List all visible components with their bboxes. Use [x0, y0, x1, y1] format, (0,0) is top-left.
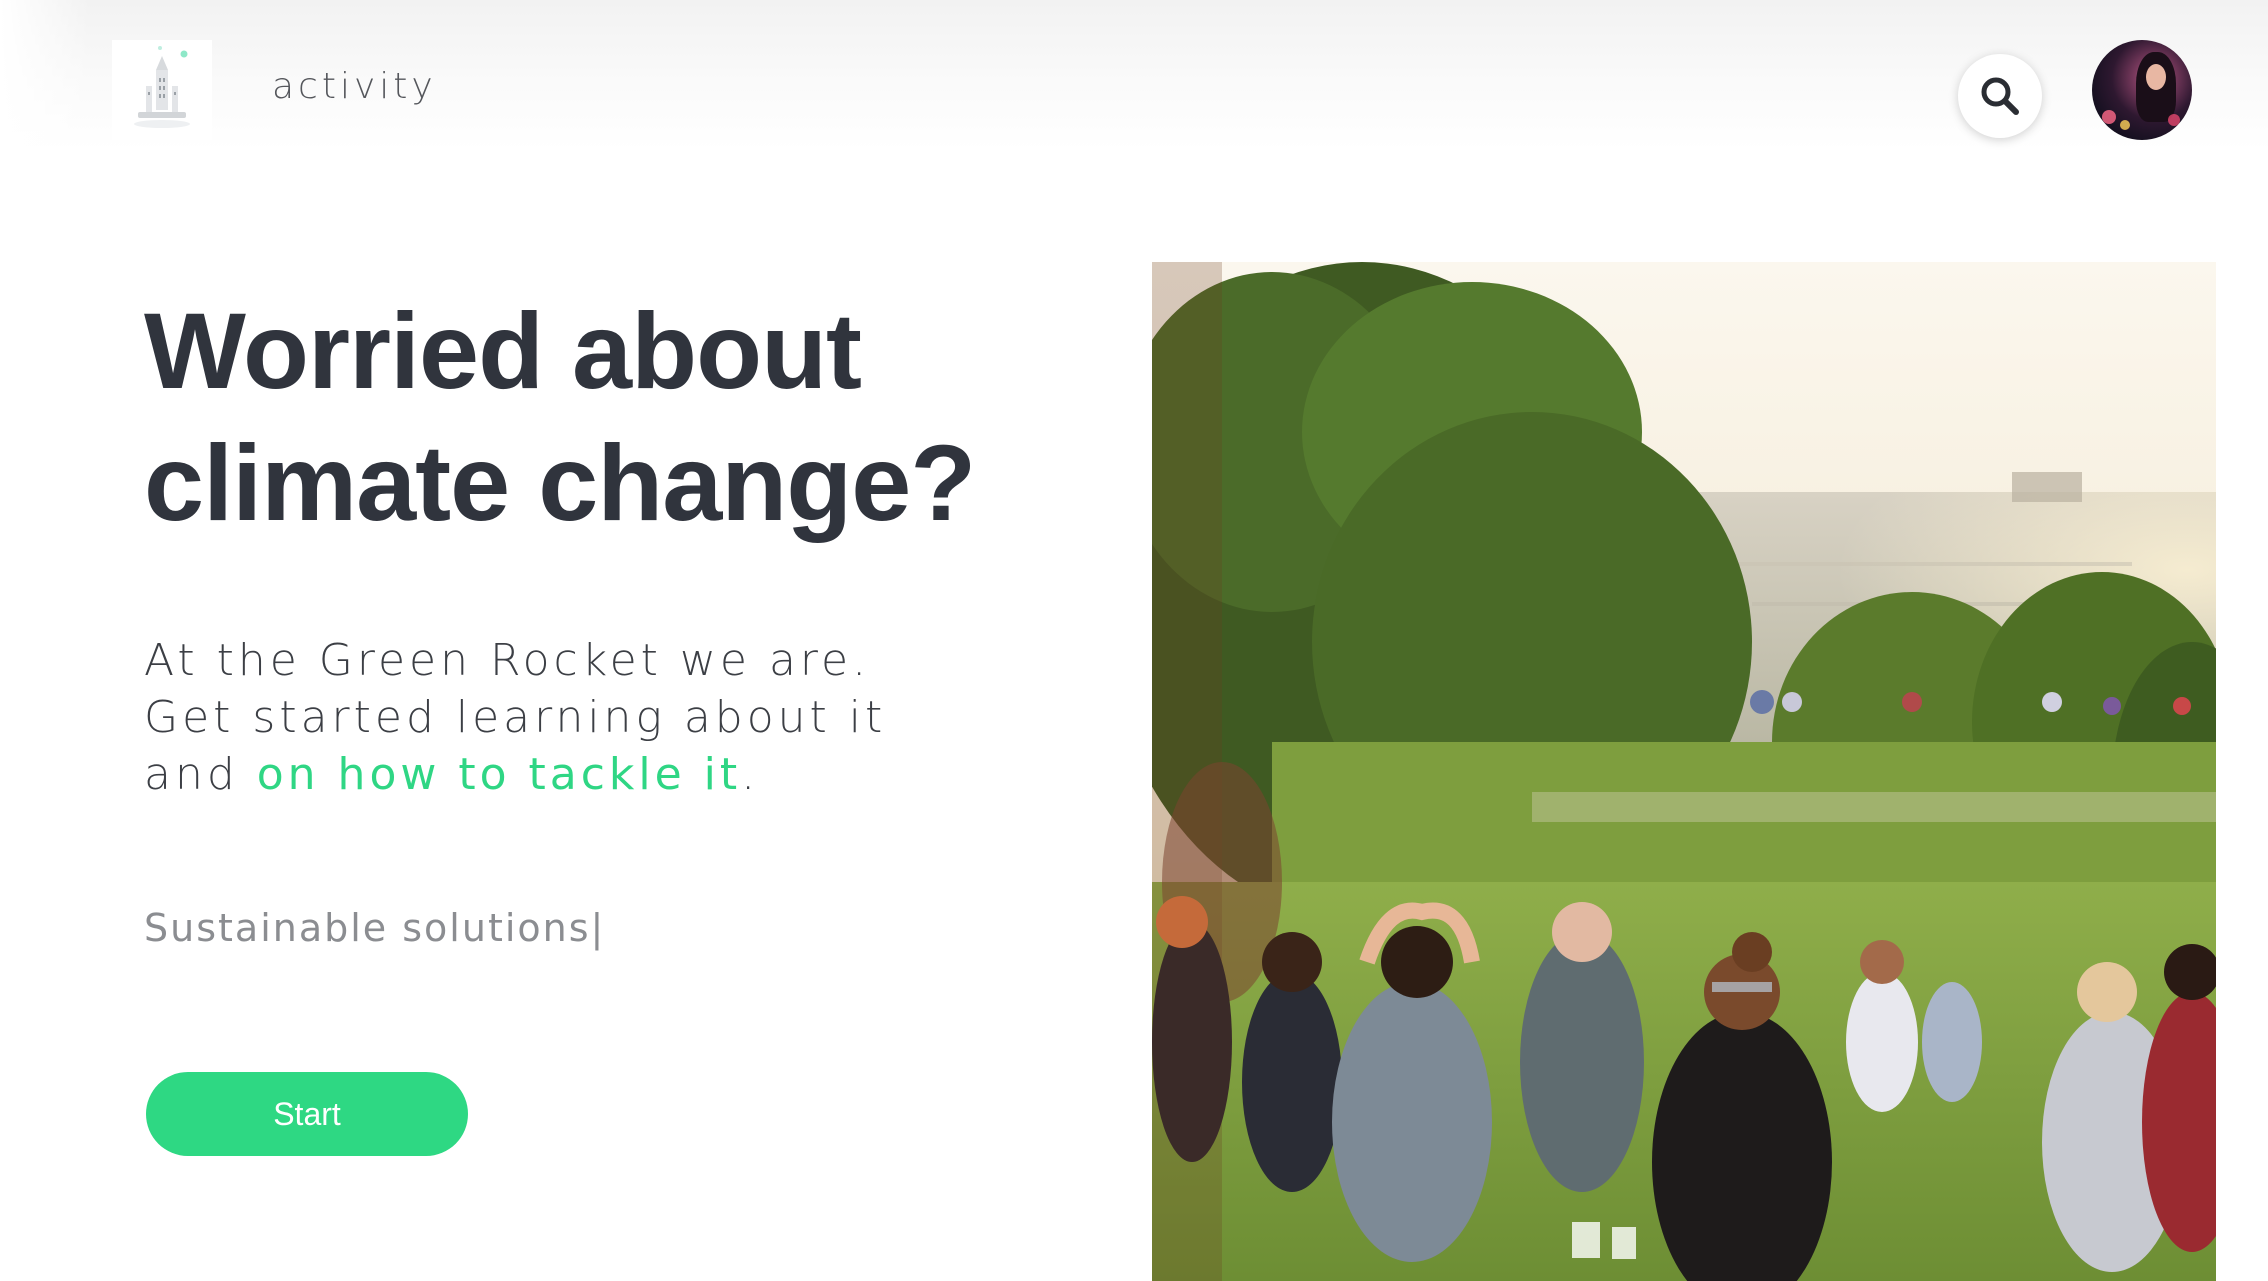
start-button[interactable]: Start: [146, 1072, 468, 1156]
lead-line-3-prefix: and: [144, 749, 257, 800]
avatar-light: [2168, 114, 2180, 126]
header-fade: [0, 0, 90, 150]
hero-headline: Worried about climate change?: [144, 285, 1084, 549]
lead-line-2: Get started learning about it: [144, 692, 887, 743]
rocket-icon: [134, 46, 190, 128]
search-icon: [1981, 77, 2019, 115]
lead-line-3-suffix: .: [741, 749, 760, 800]
search-button[interactable]: [1958, 54, 2042, 138]
headline-line-2: climate change?: [144, 422, 976, 543]
avatar-face: [2146, 64, 2166, 90]
green-rocket-logo[interactable]: [112, 40, 212, 140]
hero-lead: At the Green Rocket we are. Get started …: [144, 632, 1044, 803]
park-sunset-image: [1152, 262, 2216, 1281]
page: activity Worried about climate change? A…: [0, 0, 2268, 1281]
typing-text: Sustainable solutions|: [144, 906, 606, 950]
headline-line-1: Worried about: [144, 290, 862, 411]
hero-photo: [1152, 262, 2216, 1281]
user-avatar[interactable]: [2092, 40, 2192, 140]
avatar-light: [2102, 110, 2116, 124]
nav-link-activity[interactable]: activity: [272, 66, 437, 107]
lead-accent-link[interactable]: on how to tackle it: [257, 749, 741, 800]
avatar-light: [2120, 120, 2130, 130]
lead-line-1: At the Green Rocket we are.: [144, 635, 871, 686]
top-header: activity: [0, 0, 2268, 150]
